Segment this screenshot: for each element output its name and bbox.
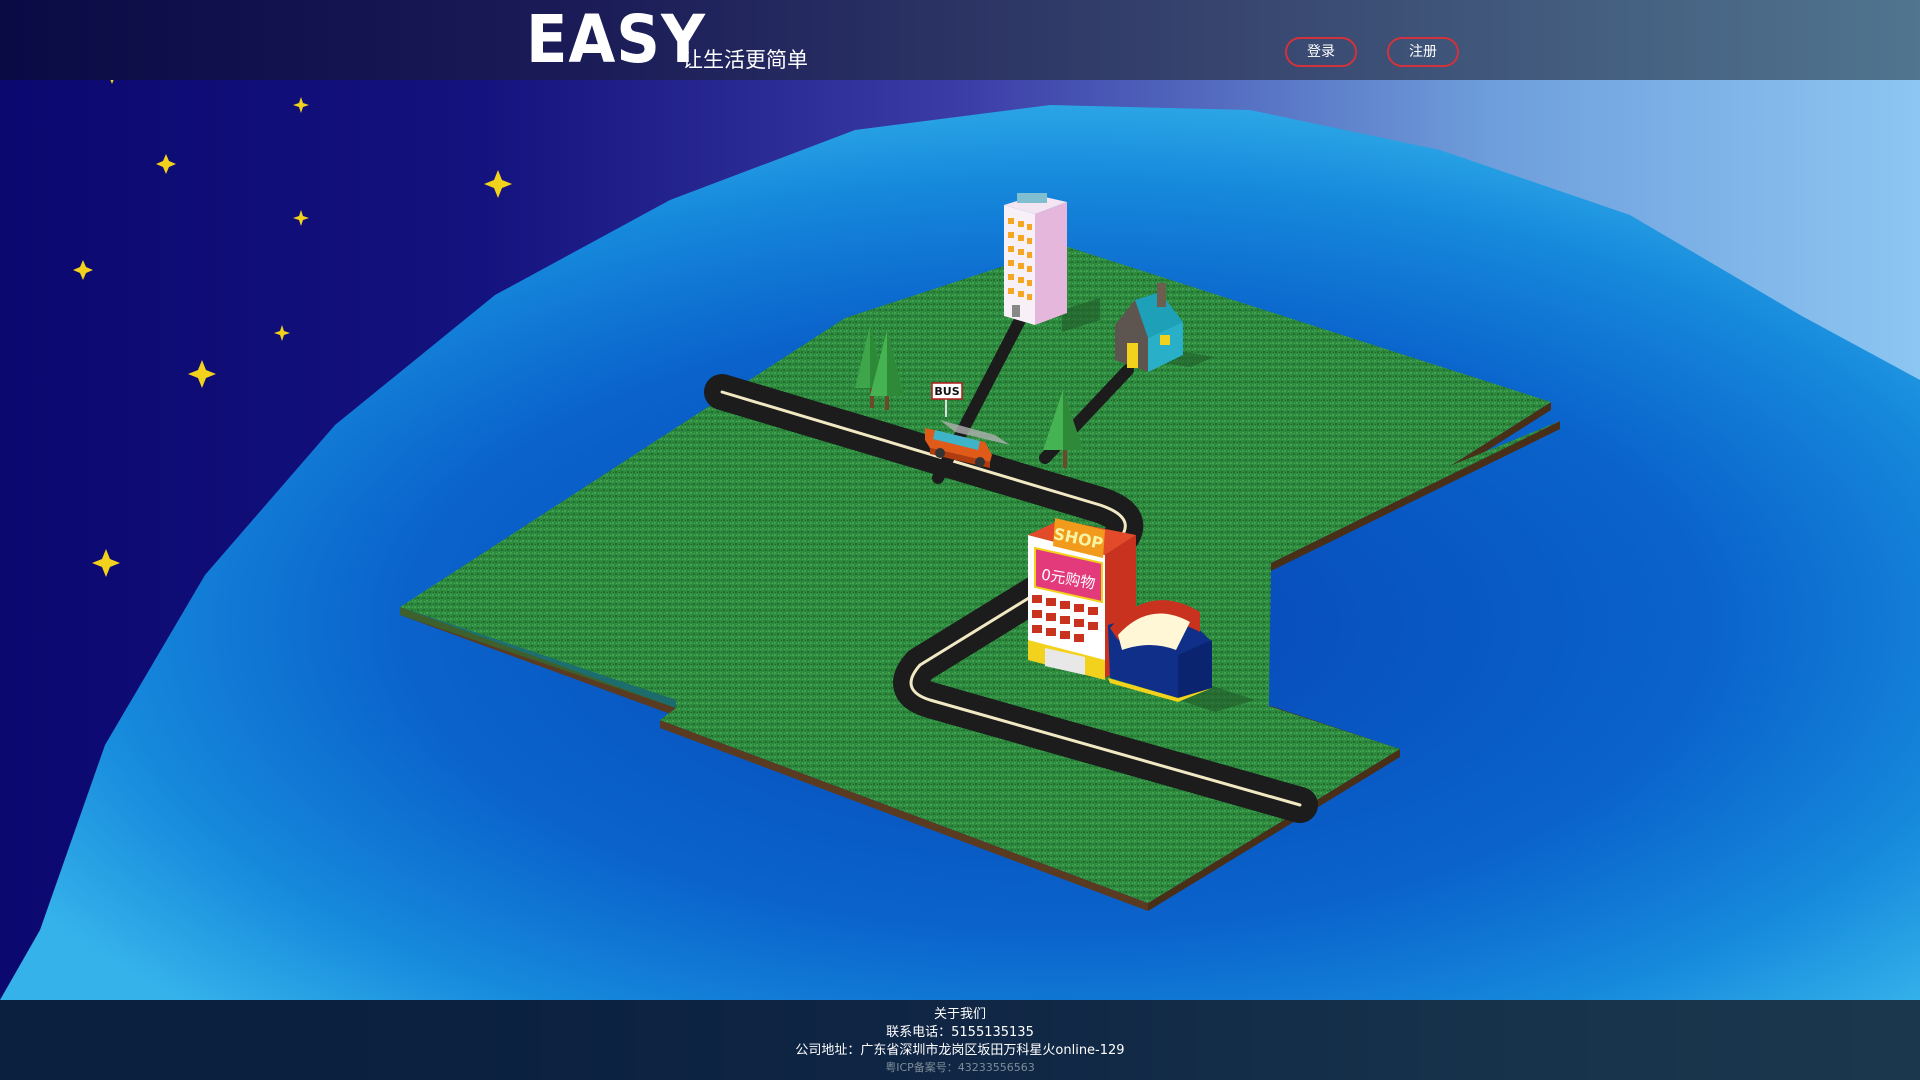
star-icon bbox=[92, 549, 120, 577]
bus-stop-sign: BUS bbox=[934, 385, 959, 398]
contact-phone: 联系电话：5155135135 bbox=[886, 1025, 1034, 1040]
star-icon bbox=[156, 154, 176, 174]
about-us-link[interactable]: 关于我们 bbox=[0, 1006, 1920, 1024]
star-icon bbox=[484, 170, 512, 198]
star-icon bbox=[293, 97, 309, 113]
slogan: 让生活更简单 bbox=[682, 48, 808, 72]
star-icon bbox=[188, 360, 216, 388]
company-address: 公司地址：广东省深圳市龙岗区坂田万科星火online-129 bbox=[795, 1043, 1125, 1058]
star-icon bbox=[293, 210, 309, 226]
login-button[interactable]: 登录 bbox=[1285, 37, 1357, 67]
logo[interactable]: EASY bbox=[526, 4, 706, 76]
star-icon bbox=[73, 260, 93, 280]
header-bar: EASY 让生活更简单 登录 注册 bbox=[0, 0, 1920, 80]
stadium-building bbox=[1108, 600, 1212, 702]
footer: 关于我们 联系电话：5155135135 公司地址：广东省深圳市龙岗区坂田万科星… bbox=[0, 1000, 1920, 1080]
city-scene-illustration: BUS 0元购物 SHOP bbox=[0, 56, 1920, 1000]
register-button[interactable]: 注册 bbox=[1387, 37, 1459, 67]
star-icon bbox=[274, 325, 290, 341]
icp-record: 粤ICP备案号：43233556563 bbox=[885, 1061, 1035, 1074]
